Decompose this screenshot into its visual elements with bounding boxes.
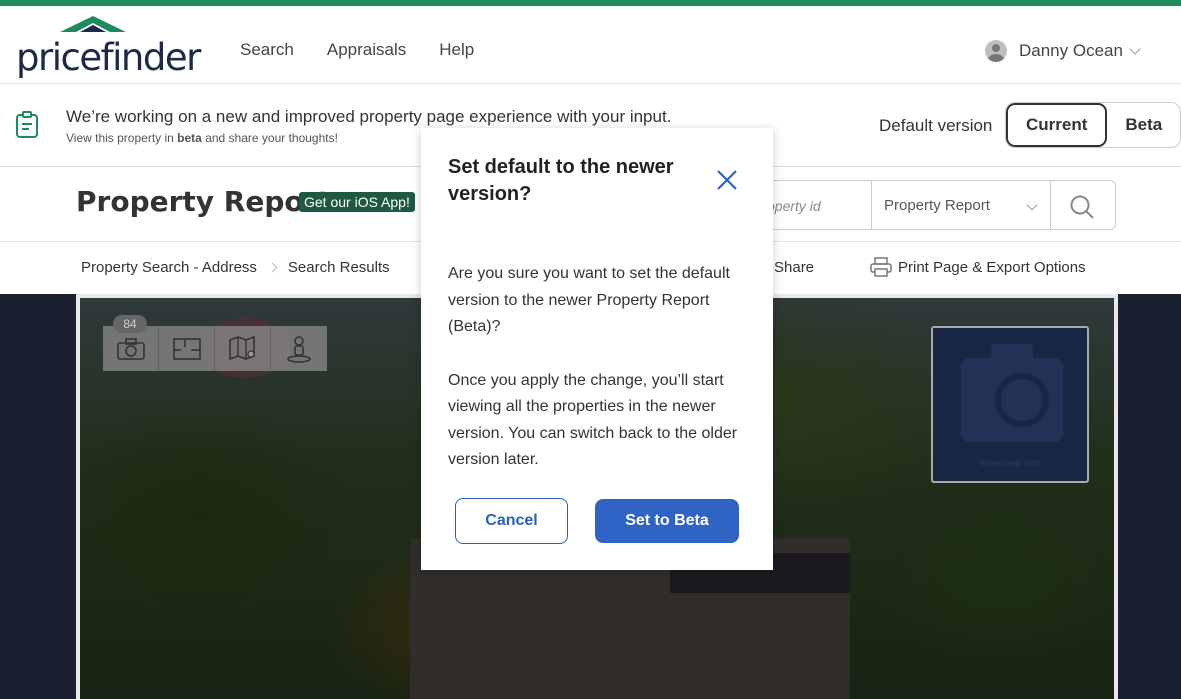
nav-appraisals[interactable]: Appraisals <box>327 40 406 60</box>
streetview-caption: Streetview Icon <box>979 458 1041 468</box>
logo-roof-icon <box>60 16 126 32</box>
ios-app-badge[interactable]: Get our iOS App! <box>299 192 415 212</box>
banner-sub-suffix: and share your thoughts! <box>201 131 338 145</box>
map-tool[interactable] <box>215 326 271 371</box>
user-name: Danny Ocean <box>1019 41 1123 60</box>
set-to-beta-button[interactable]: Set to Beta <box>595 499 739 543</box>
camera-icon <box>116 337 145 360</box>
print-export-button[interactable]: Print Page & Export Options <box>870 257 1086 277</box>
version-toggle: Current Beta <box>1005 102 1181 148</box>
banner-title: We’re working on a new and improved prop… <box>66 107 672 126</box>
logo-text: pricefinder <box>16 36 201 79</box>
nav-search[interactable]: Search <box>240 40 294 60</box>
default-version-label: Default version <box>879 116 993 135</box>
nav-help[interactable]: Help <box>439 40 474 60</box>
dialog-title: Set default to the newer version? <box>448 156 674 205</box>
dialog-paragraph-2: Once you apply the change, you’ll start … <box>448 371 738 469</box>
search-icon <box>1070 195 1094 219</box>
share-button[interactable]: Share <box>774 259 814 276</box>
chevron-right-icon <box>267 262 278 273</box>
version-option-beta[interactable]: Beta <box>1107 103 1180 147</box>
report-type-select[interactable]: Property Report <box>871 180 1051 230</box>
breadcrumb-item-address[interactable]: Property Search - Address <box>81 259 257 276</box>
floorplan-tool[interactable] <box>159 326 215 371</box>
cancel-button[interactable]: Cancel <box>455 498 568 544</box>
printer-icon <box>870 257 892 277</box>
set-default-dialog: Set default to the newer version? Are yo… <box>421 128 773 570</box>
camera-placeholder-icon <box>961 344 1063 442</box>
banner-sub-prefix: View this property in <box>66 131 178 145</box>
main-nav: Search Appraisals Help <box>240 40 474 60</box>
app-header: pricefinder Search Appraisals Help Danny… <box>0 6 1181 84</box>
streetview-person-icon <box>287 335 311 363</box>
dialog-body: Are you sure you want to set the default… <box>448 261 753 474</box>
print-export-label: Print Page & Export Options <box>898 258 1086 276</box>
clipboard-icon <box>16 111 38 138</box>
user-menu[interactable]: Danny Ocean <box>985 40 1141 62</box>
streetview-tool[interactable] <box>271 326 327 371</box>
avatar-icon <box>985 40 1007 62</box>
page-title: Property Report <box>76 185 331 218</box>
streetview-thumbnail[interactable]: Streetview Icon <box>931 326 1089 483</box>
beta-link[interactable]: beta <box>177 131 202 145</box>
version-option-current[interactable]: Current <box>1006 103 1108 147</box>
breadcrumb-item-results[interactable]: Search Results <box>288 259 390 276</box>
chevron-down-icon <box>1129 42 1141 55</box>
close-icon[interactable] <box>715 168 739 192</box>
floorplan-icon <box>172 337 201 360</box>
breadcrumb: Property Search - Address Search Results <box>81 259 390 276</box>
chevron-down-icon <box>1026 199 1038 211</box>
pricefinder-logo[interactable]: pricefinder <box>16 16 201 79</box>
banner-subtitle: View this property in beta and share you… <box>66 131 338 145</box>
map-icon <box>228 335 255 360</box>
report-type-value: Property Report <box>884 197 990 214</box>
photo-count-badge: 84 <box>113 315 147 333</box>
dialog-paragraph-1: Are you sure you want to set the default… <box>448 265 730 335</box>
search-button[interactable] <box>1051 180 1116 230</box>
